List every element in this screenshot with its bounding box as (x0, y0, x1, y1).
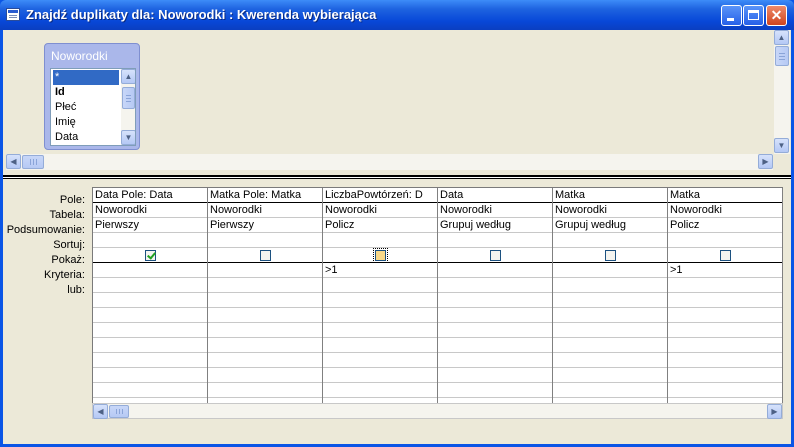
scroll-left-icon[interactable]: ◀ (6, 154, 21, 169)
grid-cell-tabela[interactable]: Noworodki (323, 203, 437, 217)
minimize-icon (727, 18, 734, 21)
design-grid-hscroll-thumb[interactable] (109, 405, 129, 418)
row-label-lub: lub: (67, 284, 85, 296)
grid-cell-pole[interactable]: Data Pole: Data (93, 188, 207, 202)
scroll-up-icon[interactable]: ▲ (774, 30, 789, 45)
row-label-pokaz: Pokaż: (51, 254, 85, 266)
field-item-plec[interactable]: Płeć (53, 100, 119, 115)
show-checkbox[interactable] (605, 250, 616, 261)
grid-column[interactable]: LiczbaPowtórzeń: D Noworodki Policz >1 (323, 188, 438, 403)
field-list-title[interactable]: Noworodki (51, 49, 108, 63)
show-checkbox[interactable] (145, 250, 156, 261)
grid-cell-podsumowanie[interactable]: Pierwszy (208, 218, 322, 232)
show-checkbox[interactable] (720, 250, 731, 261)
grid-cell-tabela[interactable]: Noworodki (208, 203, 322, 217)
query-design-window: Znajdź duplikaty dla: Noworodki : Kweren… (0, 0, 794, 447)
field-list-scroll-thumb[interactable] (122, 87, 135, 109)
grid-column[interactable]: Matka Noworodki Policz >1 (668, 188, 783, 403)
grid-cell-podsumowanie[interactable]: Policz (323, 218, 437, 232)
field-item-imie[interactable]: Imię (53, 115, 119, 130)
grid-cell-podsumowanie[interactable]: Pierwszy (93, 218, 207, 232)
field-list-noworodki[interactable]: Noworodki * Id Płeć Imię Data ▲ ▼ (44, 43, 140, 150)
scroll-down-icon[interactable]: ▼ (774, 138, 789, 153)
grid-cell-pole[interactable]: Matka (553, 188, 667, 202)
maximize-button[interactable] (743, 5, 764, 26)
grid-cell-pole[interactable]: Matka (668, 188, 782, 202)
grid-cell-pole[interactable]: Matka Pole: Matka (208, 188, 322, 202)
grid-column[interactable]: Matka Noworodki Grupuj według (553, 188, 668, 403)
query-icon (6, 8, 20, 21)
grid-cell-pole[interactable]: Data (438, 188, 552, 202)
title-bar[interactable]: Znajdź duplikaty dla: Noworodki : Kweren… (0, 0, 794, 30)
grid-cell-tabela[interactable]: Noworodki (93, 203, 207, 217)
grid-column[interactable]: Data Pole: Data Noworodki Pierwszy (93, 188, 208, 403)
scroll-left-icon[interactable]: ◀ (93, 404, 108, 419)
design-grid-hscroll[interactable]: ◀ ▶ (92, 403, 783, 419)
close-button[interactable]: ✕ (766, 5, 787, 26)
grid-cell-podsumowanie[interactable]: Grupuj według (553, 218, 667, 232)
field-item-data[interactable]: Data (53, 130, 119, 145)
scroll-right-icon[interactable]: ▶ (758, 154, 773, 169)
table-pane-vscroll-thumb[interactable] (775, 46, 789, 66)
row-label-sortuj: Sortuj: (53, 239, 85, 251)
show-checkbox[interactable] (373, 248, 388, 263)
show-checkbox[interactable] (260, 250, 271, 261)
grid-cell-podsumowanie[interactable]: Grupuj według (438, 218, 552, 232)
grid-cell-kryteria[interactable]: >1 (323, 263, 437, 277)
grid-cell-kryteria[interactable]: >1 (668, 263, 782, 277)
grid-cell-podsumowanie[interactable]: Policz (668, 218, 782, 232)
grid-cell-pole[interactable]: LiczbaPowtórzeń: D (323, 188, 437, 202)
grid-cell-tabela[interactable]: Noworodki (553, 203, 667, 217)
row-label-pole: Pole: (59, 194, 85, 206)
scroll-up-icon[interactable]: ▲ (121, 69, 135, 84)
design-grid[interactable]: Data Pole: Data Noworodki Pierwszy Matka Po… (92, 187, 783, 403)
client-area: Noworodki * Id Płeć Imię Data ▲ ▼ ▲ ▼ ◀ … (3, 30, 791, 444)
show-checkbox[interactable] (490, 250, 501, 261)
minimize-button[interactable] (721, 5, 742, 26)
field-item-all[interactable]: * (53, 70, 119, 85)
grid-cell-tabela[interactable]: Noworodki (438, 203, 552, 217)
field-list-scrollbar[interactable]: ▲ ▼ (121, 69, 135, 145)
grid-cell-tabela[interactable]: Noworodki (668, 203, 782, 217)
grid-column[interactable]: Matka Pole: Matka Noworodki Pierwszy (208, 188, 323, 403)
scroll-right-icon[interactable]: ▶ (767, 404, 782, 419)
table-pane[interactable]: Noworodki * Id Płeć Imię Data ▲ ▼ ▲ ▼ ◀ … (3, 30, 791, 172)
field-list-box: * Id Płeć Imię Data ▲ ▼ (50, 68, 136, 146)
maximize-icon (748, 10, 759, 20)
table-pane-hscroll[interactable]: ◀ ▶ (6, 154, 773, 170)
row-label-tabela: Tabela: (49, 209, 85, 221)
table-pane-vscroll[interactable]: ▲ ▼ (774, 30, 790, 154)
row-label-kryteria: Kryteria: (44, 269, 85, 281)
field-item-id[interactable]: Id (53, 85, 119, 100)
row-label-podsumowanie: Podsumowanie: (6, 224, 85, 236)
window-title: Znajdź duplikaty dla: Noworodki : Kweren… (26, 7, 377, 22)
table-pane-hscroll-thumb[interactable] (22, 155, 44, 169)
grid-column[interactable]: Data Noworodki Grupuj według (438, 188, 553, 403)
pane-splitter[interactable] (3, 175, 791, 179)
scroll-down-icon[interactable]: ▼ (121, 130, 135, 145)
